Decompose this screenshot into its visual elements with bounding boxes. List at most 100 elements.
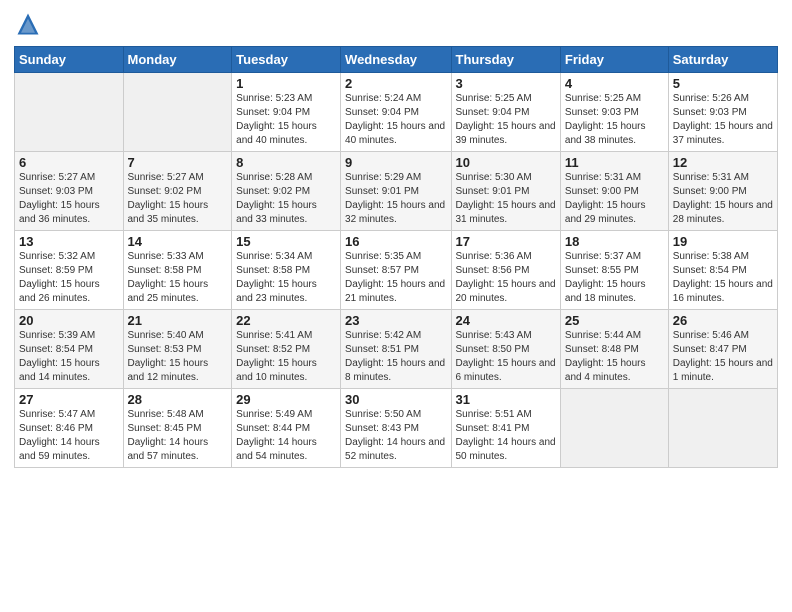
day-info: Sunrise: 5:42 AM Sunset: 8:51 PM Dayligh… [345,329,446,385]
calendar-cell: 6Sunrise: 5:27 AM Sunset: 9:03 PM Daylig… [15,152,124,231]
day-info: Sunrise: 5:31 AM Sunset: 9:00 PM Dayligh… [565,171,664,227]
calendar-cell: 23Sunrise: 5:42 AM Sunset: 8:51 PM Dayli… [341,310,451,389]
calendar-cell: 18Sunrise: 5:37 AM Sunset: 8:55 PM Dayli… [560,231,668,310]
day-number: 15 [236,234,336,249]
day-number: 30 [345,392,446,407]
day-info: Sunrise: 5:41 AM Sunset: 8:52 PM Dayligh… [236,329,336,385]
day-number: 27 [19,392,119,407]
day-number: 6 [19,155,119,170]
day-info: Sunrise: 5:35 AM Sunset: 8:57 PM Dayligh… [345,250,446,306]
weekday-header-saturday: Saturday [668,47,777,73]
week-row-3: 13Sunrise: 5:32 AM Sunset: 8:59 PM Dayli… [15,231,778,310]
day-info: Sunrise: 5:33 AM Sunset: 8:58 PM Dayligh… [128,250,228,306]
calendar-cell: 25Sunrise: 5:44 AM Sunset: 8:48 PM Dayli… [560,310,668,389]
weekday-header-monday: Monday [123,47,232,73]
weekday-header-wednesday: Wednesday [341,47,451,73]
day-number: 11 [565,155,664,170]
calendar-cell: 29Sunrise: 5:49 AM Sunset: 8:44 PM Dayli… [232,389,341,468]
calendar-cell: 10Sunrise: 5:30 AM Sunset: 9:01 PM Dayli… [451,152,560,231]
week-row-4: 20Sunrise: 5:39 AM Sunset: 8:54 PM Dayli… [15,310,778,389]
day-number: 28 [128,392,228,407]
day-info: Sunrise: 5:23 AM Sunset: 9:04 PM Dayligh… [236,92,336,148]
day-info: Sunrise: 5:38 AM Sunset: 8:54 PM Dayligh… [673,250,773,306]
calendar-cell [15,73,124,152]
calendar-cell: 20Sunrise: 5:39 AM Sunset: 8:54 PM Dayli… [15,310,124,389]
logo-icon [14,10,42,38]
calendar-cell: 7Sunrise: 5:27 AM Sunset: 9:02 PM Daylig… [123,152,232,231]
calendar-cell: 3Sunrise: 5:25 AM Sunset: 9:04 PM Daylig… [451,73,560,152]
calendar-cell: 19Sunrise: 5:38 AM Sunset: 8:54 PM Dayli… [668,231,777,310]
day-number: 13 [19,234,119,249]
week-row-1: 1Sunrise: 5:23 AM Sunset: 9:04 PM Daylig… [15,73,778,152]
day-number: 24 [456,313,556,328]
calendar-cell [560,389,668,468]
day-number: 16 [345,234,446,249]
day-number: 29 [236,392,336,407]
day-info: Sunrise: 5:39 AM Sunset: 8:54 PM Dayligh… [19,329,119,385]
calendar-cell: 5Sunrise: 5:26 AM Sunset: 9:03 PM Daylig… [668,73,777,152]
calendar-cell: 22Sunrise: 5:41 AM Sunset: 8:52 PM Dayli… [232,310,341,389]
day-info: Sunrise: 5:29 AM Sunset: 9:01 PM Dayligh… [345,171,446,227]
calendar-cell: 26Sunrise: 5:46 AM Sunset: 8:47 PM Dayli… [668,310,777,389]
day-number: 17 [456,234,556,249]
day-info: Sunrise: 5:44 AM Sunset: 8:48 PM Dayligh… [565,329,664,385]
calendar-cell: 30Sunrise: 5:50 AM Sunset: 8:43 PM Dayli… [341,389,451,468]
day-number: 1 [236,76,336,91]
day-number: 2 [345,76,446,91]
day-info: Sunrise: 5:36 AM Sunset: 8:56 PM Dayligh… [456,250,556,306]
day-number: 9 [345,155,446,170]
day-info: Sunrise: 5:31 AM Sunset: 9:00 PM Dayligh… [673,171,773,227]
day-info: Sunrise: 5:32 AM Sunset: 8:59 PM Dayligh… [19,250,119,306]
day-number: 7 [128,155,228,170]
header [14,10,778,38]
day-number: 18 [565,234,664,249]
weekday-header-tuesday: Tuesday [232,47,341,73]
calendar-cell: 17Sunrise: 5:36 AM Sunset: 8:56 PM Dayli… [451,231,560,310]
calendar-cell: 24Sunrise: 5:43 AM Sunset: 8:50 PM Dayli… [451,310,560,389]
day-number: 23 [345,313,446,328]
calendar-cell: 27Sunrise: 5:47 AM Sunset: 8:46 PM Dayli… [15,389,124,468]
calendar-cell: 14Sunrise: 5:33 AM Sunset: 8:58 PM Dayli… [123,231,232,310]
calendar-table: SundayMondayTuesdayWednesdayThursdayFrid… [14,46,778,468]
day-number: 20 [19,313,119,328]
calendar-cell: 1Sunrise: 5:23 AM Sunset: 9:04 PM Daylig… [232,73,341,152]
day-info: Sunrise: 5:49 AM Sunset: 8:44 PM Dayligh… [236,408,336,464]
day-info: Sunrise: 5:30 AM Sunset: 9:01 PM Dayligh… [456,171,556,227]
day-info: Sunrise: 5:48 AM Sunset: 8:45 PM Dayligh… [128,408,228,464]
calendar-cell: 8Sunrise: 5:28 AM Sunset: 9:02 PM Daylig… [232,152,341,231]
day-number: 14 [128,234,228,249]
calendar-cell: 21Sunrise: 5:40 AM Sunset: 8:53 PM Dayli… [123,310,232,389]
day-number: 21 [128,313,228,328]
day-info: Sunrise: 5:37 AM Sunset: 8:55 PM Dayligh… [565,250,664,306]
day-info: Sunrise: 5:27 AM Sunset: 9:02 PM Dayligh… [128,171,228,227]
day-number: 19 [673,234,773,249]
day-info: Sunrise: 5:26 AM Sunset: 9:03 PM Dayligh… [673,92,773,148]
day-info: Sunrise: 5:34 AM Sunset: 8:58 PM Dayligh… [236,250,336,306]
day-number: 4 [565,76,664,91]
calendar-cell: 9Sunrise: 5:29 AM Sunset: 9:01 PM Daylig… [341,152,451,231]
logo [14,10,44,38]
day-info: Sunrise: 5:50 AM Sunset: 8:43 PM Dayligh… [345,408,446,464]
day-info: Sunrise: 5:43 AM Sunset: 8:50 PM Dayligh… [456,329,556,385]
day-number: 26 [673,313,773,328]
calendar-cell: 11Sunrise: 5:31 AM Sunset: 9:00 PM Dayli… [560,152,668,231]
calendar-cell: 15Sunrise: 5:34 AM Sunset: 8:58 PM Dayli… [232,231,341,310]
calendar-cell: 4Sunrise: 5:25 AM Sunset: 9:03 PM Daylig… [560,73,668,152]
day-info: Sunrise: 5:51 AM Sunset: 8:41 PM Dayligh… [456,408,556,464]
calendar-cell: 2Sunrise: 5:24 AM Sunset: 9:04 PM Daylig… [341,73,451,152]
day-number: 3 [456,76,556,91]
day-number: 12 [673,155,773,170]
day-number: 31 [456,392,556,407]
week-row-5: 27Sunrise: 5:47 AM Sunset: 8:46 PM Dayli… [15,389,778,468]
day-number: 5 [673,76,773,91]
calendar-cell: 13Sunrise: 5:32 AM Sunset: 8:59 PM Dayli… [15,231,124,310]
calendar-cell: 31Sunrise: 5:51 AM Sunset: 8:41 PM Dayli… [451,389,560,468]
weekday-header-thursday: Thursday [451,47,560,73]
day-number: 10 [456,155,556,170]
day-number: 8 [236,155,336,170]
day-info: Sunrise: 5:25 AM Sunset: 9:04 PM Dayligh… [456,92,556,148]
calendar-cell [123,73,232,152]
day-info: Sunrise: 5:25 AM Sunset: 9:03 PM Dayligh… [565,92,664,148]
calendar-cell: 12Sunrise: 5:31 AM Sunset: 9:00 PM Dayli… [668,152,777,231]
day-info: Sunrise: 5:47 AM Sunset: 8:46 PM Dayligh… [19,408,119,464]
